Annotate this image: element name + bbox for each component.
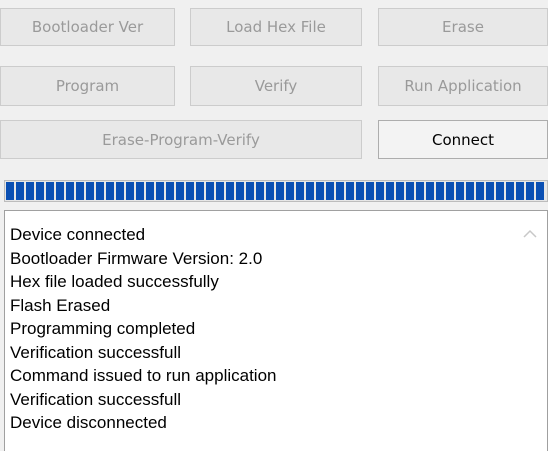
progress-bar-fill	[6, 182, 546, 200]
log-line: Bootloader Firmware Version: 2.0	[10, 248, 263, 268]
log-line: Verification successfull	[10, 342, 182, 362]
progress-bar	[4, 180, 548, 202]
verify-button[interactable]: Verify	[190, 66, 362, 106]
bootloader-window: Bootloader Ver Load Hex File Erase Progr…	[0, 0, 548, 451]
log-line: Hex file loaded successfully	[10, 272, 219, 291]
log-line: Device connected	[10, 225, 146, 244]
log-line: Device disconnected	[10, 413, 167, 432]
connect-button[interactable]: Connect	[378, 120, 548, 159]
run-application-button[interactable]: Run Application	[378, 66, 548, 106]
log-line: Command issued to run application	[10, 366, 277, 385]
chevron-up-icon[interactable]	[523, 229, 537, 239]
load-hex-file-button[interactable]: Load Hex File	[190, 8, 362, 46]
log-line: Verification successfull	[10, 389, 182, 409]
log-line: Flash Erased	[10, 295, 111, 315]
bootloader-ver-button[interactable]: Bootloader Ver	[0, 8, 175, 46]
log-lines: Device connected Bootloader Firmware Vers…	[10, 223, 276, 435]
erase-program-verify-button[interactable]: Erase-Program-Verify	[0, 120, 362, 159]
log-line: Programming completed	[10, 319, 196, 338]
log-textbox[interactable]: Device connected Bootloader Firmware Vers…	[4, 210, 548, 451]
program-button[interactable]: Program	[0, 66, 175, 106]
erase-button[interactable]: Erase	[378, 8, 548, 46]
